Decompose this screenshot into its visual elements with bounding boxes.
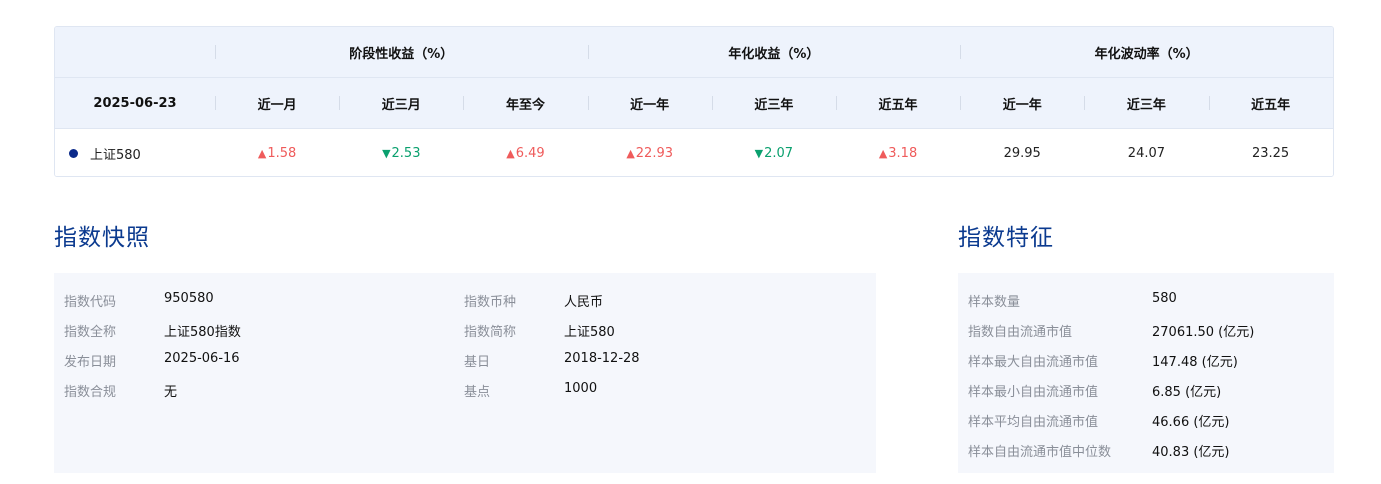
field-value: 580 (1152, 291, 1177, 306)
field-value: 46.66 (亿元) (1152, 415, 1230, 430)
sub-header-row: 2025-06-23 近一月 近三月 年至今 近一年 近三年 近五年 近一年 近… (55, 77, 1333, 128)
empty-header-cell (55, 27, 215, 77)
field-value: 27061.50 (亿元) (1152, 325, 1255, 340)
cell-value: 22.93 (635, 145, 673, 161)
field-label: 样本最大自由流通市值 (968, 355, 1099, 370)
features-title: 指数特征 (958, 225, 1054, 251)
triangle-up-icon: ▲ (506, 146, 515, 160)
sub-header: 近五年 (835, 78, 960, 128)
cell-value: 1.58 (267, 145, 297, 161)
sub-header: 近一年 (960, 78, 1084, 128)
table-cell: ▲22.93 (588, 129, 712, 176)
field-label: 基点 (464, 385, 491, 400)
field-value: 上证580 (564, 325, 615, 340)
cell-value: 29.95 (1003, 145, 1041, 161)
group-header-annualized-return: 年化收益（%） (587, 27, 961, 77)
snapshot-title: 指数快照 (54, 225, 150, 251)
triangle-up-icon: ▲ (878, 146, 888, 160)
table-cell: ▼2.53 (339, 129, 463, 176)
field-label: 样本最小自由流通市值 (968, 385, 1099, 400)
sub-header: 近一年 (587, 78, 712, 128)
field-value: 6.85 (亿元) (1152, 385, 1222, 400)
field-value: 2018-12-28 (564, 351, 640, 366)
features-panel: 样本数量 580 指数自由流通市值 27061.50 (亿元) 样本最大自由流通市值 14… (958, 273, 1334, 473)
index-name: 上证580 (90, 147, 141, 163)
sub-header: 近三年 (1084, 78, 1208, 128)
group-header-annualized-volatility: 年化波动率（%） (960, 27, 1333, 77)
table-cell: ▼2.07 (712, 129, 836, 176)
field-value: 147.48 (亿元) (1152, 355, 1238, 370)
sub-header: 年至今 (463, 78, 587, 128)
sub-header: 近一月 (215, 78, 339, 128)
series-dot-icon (69, 148, 78, 158)
triangle-up-icon: ▲ (257, 146, 267, 160)
field-label: 样本数量 (968, 295, 1021, 310)
sub-header: 近五年 (1208, 78, 1333, 128)
field-label: 指数币种 (464, 295, 517, 310)
table-cell: 23.25 (1209, 129, 1333, 176)
table-cell: 29.95 (960, 129, 1084, 176)
table-row: 上证580 ▲1.58 ▼2.53 ▲6.49 ▲22.93 ▼2.07 ▲3.18 29.… (55, 128, 1333, 176)
sub-header: 近三年 (711, 78, 836, 128)
cell-value: 23.25 (1251, 145, 1290, 161)
snapshot-panel: 指数代码 950580 指数全称 上证580指数发布日期 2025-06-16 指数合规 无… (54, 273, 876, 473)
field-value: 1000 (564, 381, 598, 396)
returns-table: 阶段性收益（%） 年化收益（%） 年化波动率（%） 2025-06-23 近一月… (54, 26, 1334, 177)
table-cell: 24.07 (1084, 129, 1208, 176)
field-label: 样本自由流通市值中位数 (968, 445, 1112, 460)
field-value: 950580 (164, 291, 214, 306)
field-label: 样本平均自由流通市值 (968, 415, 1099, 430)
field-value: 无 (164, 385, 178, 400)
triangle-down-icon: ▼ (754, 146, 764, 160)
field-value: 40.83 (亿元) (1152, 445, 1230, 460)
table-cell: ▲1.58 (215, 129, 339, 176)
field-label: 指数代码 (64, 295, 117, 310)
cell-value: 6.49 (515, 145, 545, 161)
field-label: 基日 (464, 355, 491, 370)
field-value: 人民币 (564, 295, 604, 310)
field-label: 指数简称 (464, 325, 517, 340)
table-cell: ▲3.18 (836, 129, 960, 176)
cell-value: 2.07 (764, 145, 794, 161)
group-header-row: 阶段性收益（%） 年化收益（%） 年化波动率（%） (55, 27, 1333, 77)
cell-value: 2.53 (391, 145, 421, 161)
sub-header: 近三月 (339, 78, 463, 128)
field-label: 指数合规 (64, 385, 117, 400)
triangle-up-icon: ▲ (626, 146, 635, 160)
field-label: 发布日期 (64, 355, 117, 370)
field-label: 指数全称 (64, 325, 117, 340)
field-value: 上证580指数 (164, 325, 241, 340)
cell-value: 3.18 (888, 145, 918, 161)
table-cell: ▲6.49 (463, 129, 587, 176)
field-value: 2025-06-16 (164, 351, 240, 366)
field-label: 指数自由流通市值 (968, 325, 1073, 340)
date-header: 2025-06-23 (93, 95, 177, 111)
triangle-down-icon: ▼ (382, 146, 391, 160)
index-name-cell: 上证580 (55, 129, 215, 176)
cell-value: 24.07 (1127, 145, 1166, 161)
group-header-stage-return: 阶段性收益（%） (215, 27, 588, 77)
